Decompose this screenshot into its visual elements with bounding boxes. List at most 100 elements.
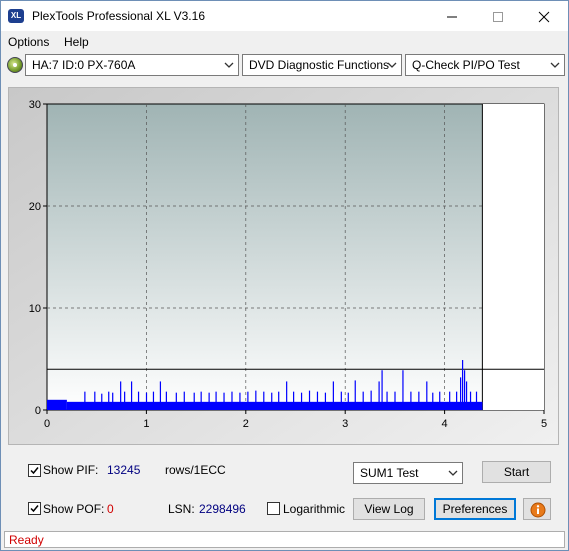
spike-bar [300, 392, 303, 410]
spike-bar [456, 391, 458, 410]
show-pof-label: Show POF: [43, 502, 105, 516]
spike-bar [130, 381, 133, 410]
maximize-button[interactable] [475, 1, 521, 31]
spike-bar [231, 391, 233, 410]
x-tick-label: 3 [342, 418, 348, 430]
spike-bar [278, 391, 280, 410]
app-window: XL PlexTools Professional XL V3.16 Optio… [0, 0, 569, 551]
function-select[interactable]: DVD Diagnostic Functions [242, 54, 402, 76]
spike-bar [94, 391, 96, 410]
spike-bar [340, 391, 342, 410]
status-text: Ready [9, 533, 44, 547]
spike-bar [247, 391, 249, 410]
x-tick-label: 2 [243, 418, 249, 430]
preferences-button[interactable]: Preferences [434, 498, 516, 520]
sum-test-value: SUM1 Test [360, 466, 419, 480]
spike-bar [381, 370, 383, 410]
spike-bar [293, 391, 295, 410]
start-button[interactable]: Start [482, 461, 551, 483]
sum-test-select[interactable]: SUM1 Test [353, 462, 463, 484]
title-bar: XL PlexTools Professional XL V3.16 [1, 1, 568, 31]
spike-bar [120, 381, 122, 410]
spike-bar [461, 360, 464, 410]
spike-bar [263, 391, 265, 410]
spike-bar [475, 391, 478, 410]
drive-select-value: HA:7 ID:0 PX-760A [32, 58, 136, 72]
show-pif-checkbox[interactable] [28, 464, 41, 477]
spike-bar [347, 392, 349, 410]
logarithmic-checkbox[interactable] [267, 502, 280, 515]
x-tick-label: 5 [541, 418, 547, 430]
spike-bar [215, 391, 217, 410]
info-icon [530, 502, 546, 518]
spike-bar [175, 392, 177, 410]
menu-help[interactable]: Help [64, 35, 89, 49]
spike-bar [370, 390, 372, 410]
controls-panel: Show PIF: 13245 rows/1ECC SUM1 Test Star… [8, 451, 559, 529]
chevron-down-icon [550, 62, 560, 68]
info-button[interactable] [523, 498, 551, 520]
chevron-down-icon [387, 62, 397, 68]
test-select-value: Q-Check PI/PO Test [412, 58, 520, 72]
baseline-bar [66, 401, 483, 410]
spike-bar [286, 381, 288, 410]
plot-area [46, 103, 545, 411]
spike-bar [124, 391, 126, 410]
minimize-icon [447, 16, 457, 18]
show-pof-checkbox[interactable] [28, 502, 41, 515]
y-tick-label: 20 [29, 201, 41, 213]
close-button[interactable] [521, 1, 567, 31]
view-log-button[interactable]: View Log [353, 498, 425, 520]
x-tick-label: 0 [44, 418, 50, 430]
checkmark-icon [30, 467, 39, 475]
spike-bar [426, 381, 428, 410]
drive-select[interactable]: HA:7 ID:0 PX-760A [25, 54, 239, 76]
chevron-down-icon [224, 62, 234, 68]
toolbar: HA:7 ID:0 PX-760A DVD Diagnostic Functio… [1, 53, 568, 79]
minimize-button[interactable] [429, 1, 475, 31]
checkmark-icon [30, 505, 39, 513]
unused-region [482, 104, 544, 410]
spike-bar [463, 370, 466, 410]
spike-bar [145, 392, 148, 410]
spike-bar [152, 391, 155, 410]
spike-bar [101, 393, 103, 410]
spike-bar [354, 380, 356, 410]
spike-bar [239, 392, 241, 410]
spike-bar [449, 391, 451, 410]
app-logo-icon: XL [8, 9, 24, 23]
y-tick-label: 10 [29, 303, 41, 315]
lsn-value: 2298496 [199, 502, 246, 516]
spike-bar [183, 391, 185, 410]
spike-bar [255, 390, 257, 410]
spike-bar [108, 391, 110, 410]
pif-value: 13245 [107, 463, 141, 477]
spike-bar [332, 381, 334, 410]
spike-bar [432, 392, 434, 410]
spike-bar [460, 377, 462, 410]
window-title: PlexTools Professional XL V3.16 [32, 9, 205, 23]
x-tick-label: 4 [442, 418, 448, 430]
y-tick-label: 30 [29, 99, 41, 111]
rows-unit-label: rows/1ECC [165, 463, 226, 477]
spike-bar [200, 391, 202, 410]
spike-bar [193, 392, 195, 410]
spike-bar [308, 390, 311, 410]
menu-bar: Options Help [1, 32, 568, 52]
menu-options[interactable]: Options [8, 35, 49, 49]
spike-bar [362, 391, 364, 410]
spike-bar [394, 391, 396, 410]
spike-bar [112, 392, 114, 410]
spike-bar [418, 391, 420, 410]
y-tick-label: 0 [35, 405, 41, 417]
test-select[interactable]: Q-Check PI/PO Test [405, 54, 565, 76]
lsn-label: LSN: [168, 502, 195, 516]
function-select-value: DVD Diagnostic Functions [249, 58, 390, 72]
spike-bar [469, 391, 472, 410]
status-bar: Ready [4, 531, 565, 548]
spike-bar [223, 392, 225, 410]
spike-bar [439, 391, 441, 410]
pi-po-chart: 0 1 2 3 4 5 0 10 20 30 [9, 88, 558, 444]
chevron-down-icon [448, 470, 458, 476]
show-pif-label: Show PIF: [43, 463, 99, 477]
